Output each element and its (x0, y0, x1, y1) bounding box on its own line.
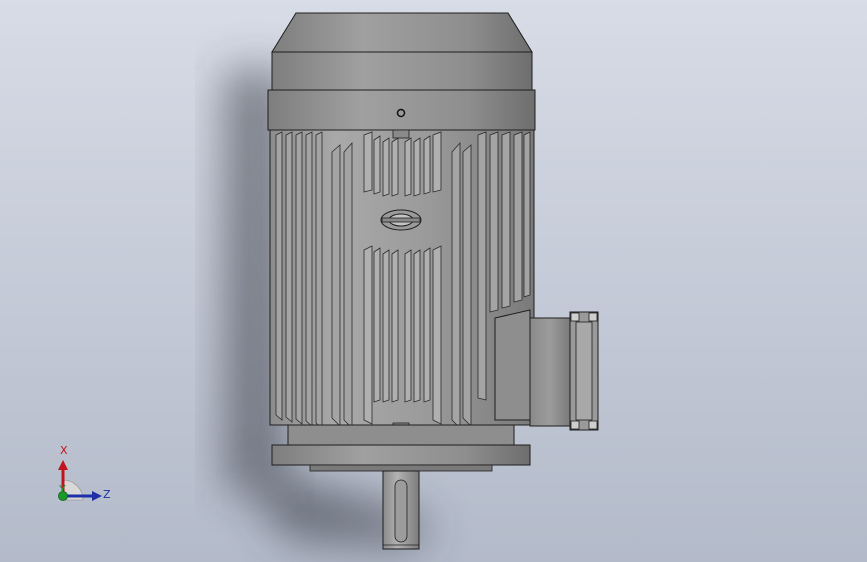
graphics-viewport[interactable]: X Y Z (0, 0, 867, 562)
motor-model[interactable] (0, 0, 867, 562)
mounting-flange[interactable] (271, 424, 531, 472)
y-axis-label: Y (58, 483, 66, 496)
coordinate-triad: X Y Z (58, 444, 111, 501)
z-axis-label: Z (103, 488, 111, 501)
z-axis-arrowhead (92, 491, 102, 501)
terminal-box[interactable] (494, 309, 599, 431)
motor-shaft[interactable] (382, 470, 420, 550)
fan-cover[interactable] (267, 12, 536, 131)
x-axis-label: X (60, 444, 68, 457)
lifting-eye[interactable] (380, 209, 422, 231)
x-axis-arrowhead (58, 460, 68, 470)
stator-housing[interactable] (269, 129, 535, 444)
